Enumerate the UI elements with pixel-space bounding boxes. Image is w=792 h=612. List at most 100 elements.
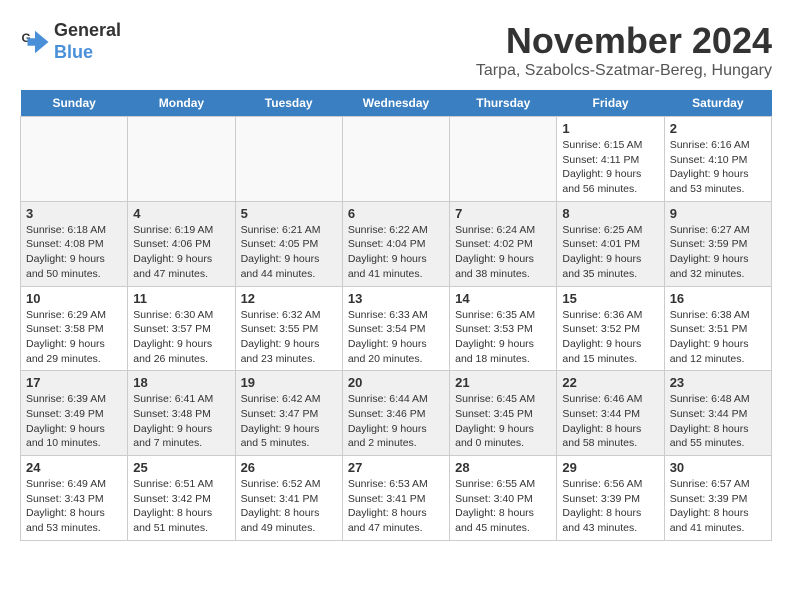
day-details: Sunrise: 6:33 AMSunset: 3:54 PMDaylight:… xyxy=(348,308,444,367)
calendar-cell: 26 Sunrise: 6:52 AMSunset: 3:41 PMDayligh… xyxy=(235,456,342,541)
day-number: 10 xyxy=(26,291,122,306)
day-details: Sunrise: 6:22 AMSunset: 4:04 PMDaylight:… xyxy=(348,223,444,282)
calendar-cell: 12Sunrise: 6:32 AMSunset: 3:55 PMDayligh… xyxy=(235,286,342,371)
calendar-cell: 8 Sunrise: 6:25 AMSunset: 4:01 PMDaylight… xyxy=(557,201,664,286)
calendar-cell: 19 Sunrise: 6:42 AMSunset: 3:47 PMDayligh… xyxy=(235,371,342,456)
calendar-cell: 7Sunrise: 6:24 AMSunset: 4:02 PMDaylight… xyxy=(450,201,557,286)
day-details: Sunrise: 6:45 AMSunset: 3:45 PMDaylight:… xyxy=(455,392,551,451)
day-details: Sunrise: 6:55 AMSunset: 3:40 PMDaylight:… xyxy=(455,477,551,536)
calendar-cell: 3 Sunrise: 6:18 AMSunset: 4:08 PMDaylight… xyxy=(21,201,128,286)
calendar-week-2: 3 Sunrise: 6:18 AMSunset: 4:08 PMDaylight… xyxy=(21,201,772,286)
day-details: Sunrise: 6:19 AMSunset: 4:06 PMDaylight:… xyxy=(133,223,229,282)
day-details: Sunrise: 6:27 AMSunset: 3:59 PMDaylight:… xyxy=(670,223,766,282)
day-number: 2 xyxy=(670,121,766,136)
day-number: 11 xyxy=(133,291,229,306)
calendar-cell: 2 Sunrise: 6:16 AMSunset: 4:10 PMDaylight… xyxy=(664,117,771,202)
day-number: 20 xyxy=(348,375,444,390)
page-header: G General Blue November 2024 Tarpa, Szab… xyxy=(20,20,772,80)
day-details: Sunrise: 6:52 AMSunset: 3:41 PMDaylight:… xyxy=(241,477,337,536)
day-details: Sunrise: 6:16 AMSunset: 4:10 PMDaylight:… xyxy=(670,138,766,197)
calendar-cell: 22Sunrise: 6:46 AMSunset: 3:44 PMDayligh… xyxy=(557,371,664,456)
day-number: 13 xyxy=(348,291,444,306)
calendar-week-1: 1 Sunrise: 6:15 AMSunset: 4:11 PMDaylight… xyxy=(21,117,772,202)
calendar-cell: 9 Sunrise: 6:27 AMSunset: 3:59 PMDaylight… xyxy=(664,201,771,286)
calendar-cell: 10Sunrise: 6:29 AMSunset: 3:58 PMDayligh… xyxy=(21,286,128,371)
calendar-cell: 30 Sunrise: 6:57 AMSunset: 3:39 PMDayligh… xyxy=(664,456,771,541)
day-details: Sunrise: 6:57 AMSunset: 3:39 PMDaylight:… xyxy=(670,477,766,536)
day-number: 26 xyxy=(241,460,337,475)
calendar-cell: 1 Sunrise: 6:15 AMSunset: 4:11 PMDaylight… xyxy=(557,117,664,202)
column-header-thursday: Thursday xyxy=(450,90,557,117)
column-header-saturday: Saturday xyxy=(664,90,771,117)
calendar-cell xyxy=(128,117,235,202)
day-details: Sunrise: 6:32 AMSunset: 3:55 PMDaylight:… xyxy=(241,308,337,367)
day-details: Sunrise: 6:18 AMSunset: 4:08 PMDaylight:… xyxy=(26,223,122,282)
day-number: 30 xyxy=(670,460,766,475)
day-number: 3 xyxy=(26,206,122,221)
calendar-cell: 23 Sunrise: 6:48 AMSunset: 3:44 PMDayligh… xyxy=(664,371,771,456)
calendar-cell xyxy=(21,117,128,202)
day-number: 14 xyxy=(455,291,551,306)
day-details: Sunrise: 6:46 AMSunset: 3:44 PMDaylight:… xyxy=(562,392,658,451)
calendar-cell xyxy=(450,117,557,202)
day-details: Sunrise: 6:42 AMSunset: 3:47 PMDaylight:… xyxy=(241,392,337,451)
column-header-wednesday: Wednesday xyxy=(342,90,449,117)
day-details: Sunrise: 6:36 AMSunset: 3:52 PMDaylight:… xyxy=(562,308,658,367)
day-details: Sunrise: 6:44 AMSunset: 3:46 PMDaylight:… xyxy=(348,392,444,451)
day-number: 15 xyxy=(562,291,658,306)
calendar-cell: 18Sunrise: 6:41 AMSunset: 3:48 PMDayligh… xyxy=(128,371,235,456)
day-number: 4 xyxy=(133,206,229,221)
day-details: Sunrise: 6:51 AMSunset: 3:42 PMDaylight:… xyxy=(133,477,229,536)
calendar-cell: 4 Sunrise: 6:19 AMSunset: 4:06 PMDaylight… xyxy=(128,201,235,286)
day-details: Sunrise: 6:38 AMSunset: 3:51 PMDaylight:… xyxy=(670,308,766,367)
location: Tarpa, Szabolcs-Szatmar-Bereg, Hungary xyxy=(476,62,772,80)
logo: G General Blue xyxy=(20,20,121,63)
calendar-week-5: 24 Sunrise: 6:49 AMSunset: 3:43 PMDayligh… xyxy=(21,456,772,541)
title-area: November 2024 Tarpa, Szabolcs-Szatmar-Be… xyxy=(476,20,772,80)
day-number: 18 xyxy=(133,375,229,390)
logo-text-line1: General xyxy=(54,20,121,42)
day-details: Sunrise: 6:21 AMSunset: 4:05 PMDaylight:… xyxy=(241,223,337,282)
day-details: Sunrise: 6:25 AMSunset: 4:01 PMDaylight:… xyxy=(562,223,658,282)
day-number: 6 xyxy=(348,206,444,221)
calendar-header-row: SundayMondayTuesdayWednesdayThursdayFrid… xyxy=(21,90,772,117)
calendar-week-4: 17 Sunrise: 6:39 AMSunset: 3:49 PMDayligh… xyxy=(21,371,772,456)
calendar-cell: 15 Sunrise: 6:36 AMSunset: 3:52 PMDayligh… xyxy=(557,286,664,371)
column-header-tuesday: Tuesday xyxy=(235,90,342,117)
day-number: 29 xyxy=(562,460,658,475)
calendar-cell: 28 Sunrise: 6:55 AMSunset: 3:40 PMDayligh… xyxy=(450,456,557,541)
day-number: 16 xyxy=(670,291,766,306)
month-title: November 2024 xyxy=(476,20,772,62)
day-number: 8 xyxy=(562,206,658,221)
calendar-table: SundayMondayTuesdayWednesdayThursdayFrid… xyxy=(20,90,772,541)
calendar-cell: 25Sunrise: 6:51 AMSunset: 3:42 PMDayligh… xyxy=(128,456,235,541)
day-details: Sunrise: 6:39 AMSunset: 3:49 PMDaylight:… xyxy=(26,392,122,451)
calendar-cell xyxy=(342,117,449,202)
day-number: 1 xyxy=(562,121,658,136)
day-number: 7 xyxy=(455,206,551,221)
day-number: 21 xyxy=(455,375,551,390)
day-number: 24 xyxy=(26,460,122,475)
day-details: Sunrise: 6:48 AMSunset: 3:44 PMDaylight:… xyxy=(670,392,766,451)
column-header-friday: Friday xyxy=(557,90,664,117)
column-header-sunday: Sunday xyxy=(21,90,128,117)
day-details: Sunrise: 6:15 AMSunset: 4:11 PMDaylight:… xyxy=(562,138,658,197)
calendar-cell: 5 Sunrise: 6:21 AMSunset: 4:05 PMDaylight… xyxy=(235,201,342,286)
calendar-cell: 21 Sunrise: 6:45 AMSunset: 3:45 PMDayligh… xyxy=(450,371,557,456)
day-number: 27 xyxy=(348,460,444,475)
calendar-cell: 13 Sunrise: 6:33 AMSunset: 3:54 PMDayligh… xyxy=(342,286,449,371)
logo-icon: G xyxy=(20,27,50,57)
day-number: 28 xyxy=(455,460,551,475)
day-number: 9 xyxy=(670,206,766,221)
day-number: 17 xyxy=(26,375,122,390)
calendar-cell: 24 Sunrise: 6:49 AMSunset: 3:43 PMDayligh… xyxy=(21,456,128,541)
logo-text-line2: Blue xyxy=(54,42,121,64)
day-number: 19 xyxy=(241,375,337,390)
day-details: Sunrise: 6:53 AMSunset: 3:41 PMDaylight:… xyxy=(348,477,444,536)
day-details: Sunrise: 6:30 AMSunset: 3:57 PMDaylight:… xyxy=(133,308,229,367)
calendar-cell: 29Sunrise: 6:56 AMSunset: 3:39 PMDayligh… xyxy=(557,456,664,541)
day-number: 5 xyxy=(241,206,337,221)
calendar-cell: 17 Sunrise: 6:39 AMSunset: 3:49 PMDayligh… xyxy=(21,371,128,456)
day-number: 23 xyxy=(670,375,766,390)
day-details: Sunrise: 6:49 AMSunset: 3:43 PMDaylight:… xyxy=(26,477,122,536)
